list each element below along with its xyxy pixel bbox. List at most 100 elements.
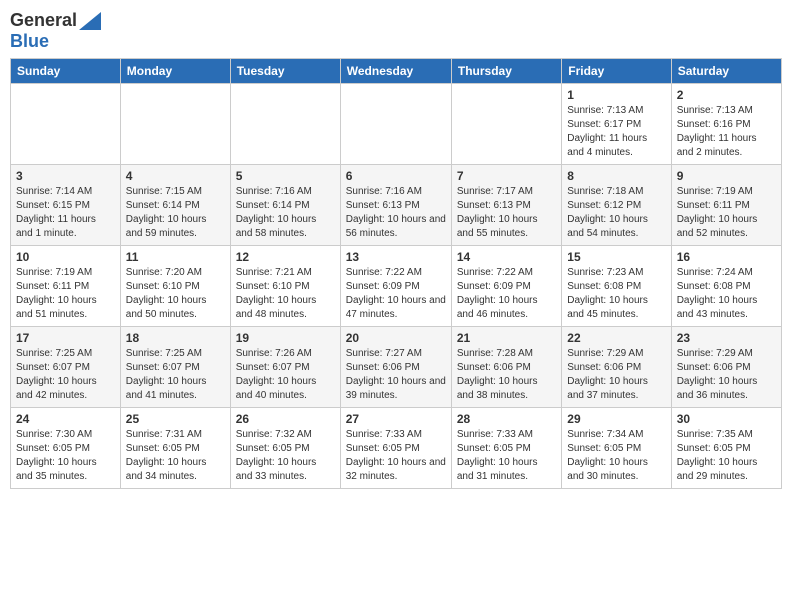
weekday-header: Sunday [11, 59, 121, 84]
calendar-cell: 19 Sunrise: 7:26 AM Sunset: 6:07 PM Dayli… [230, 327, 340, 408]
calendar-table: SundayMondayTuesdayWednesdayThursdayFrid… [10, 58, 782, 489]
calendar-cell: 23 Sunrise: 7:29 AM Sunset: 6:06 PM Dayli… [671, 327, 781, 408]
calendar-cell: 9 Sunrise: 7:19 AM Sunset: 6:11 PM Daylig… [671, 165, 781, 246]
logo-blue-text: Blue [10, 31, 49, 51]
day-info: Sunrise: 7:23 AM Sunset: 6:08 PM Dayligh… [567, 266, 665, 322]
calendar-cell: 1 Sunrise: 7:13 AM Sunset: 6:17 PM Daylig… [562, 84, 671, 165]
day-info: Sunrise: 7:29 AM Sunset: 6:06 PM Dayligh… [567, 347, 665, 403]
day-info: Sunrise: 7:26 AM Sunset: 6:07 PM Dayligh… [236, 347, 335, 403]
calendar-cell: 24Sunrise: 7:30 AM Sunset: 6:05 PM Dayli… [11, 408, 121, 489]
weekday-header: Saturday [671, 59, 781, 84]
calendar-cell: 6 Sunrise: 7:16 AM Sunset: 6:13 PM Daylig… [340, 165, 451, 246]
day-number: 26 [236, 412, 335, 426]
day-number: 30 [677, 412, 776, 426]
day-info: Sunrise: 7:15 AM Sunset: 6:14 PM Dayligh… [126, 185, 225, 241]
day-number: 9 [677, 169, 776, 183]
calendar-cell: 16 Sunrise: 7:24 AM Sunset: 6:08 PM Dayli… [671, 246, 781, 327]
header-row: SundayMondayTuesdayWednesdayThursdayFrid… [11, 59, 782, 84]
day-number: 20 [346, 331, 446, 345]
calendar-cell: 12 Sunrise: 7:21 AM Sunset: 6:10 PM Dayli… [230, 246, 340, 327]
day-info: Sunrise: 7:19 AM Sunset: 6:11 PM Dayligh… [677, 185, 776, 241]
day-info: Sunrise: 7:35 AM Sunset: 6:05 PM Dayligh… [677, 428, 776, 484]
day-info: Sunrise: 7:33 AM Sunset: 6:05 PM Dayligh… [457, 428, 556, 484]
day-info: Sunrise: 7:25 AM Sunset: 6:07 PM Dayligh… [126, 347, 225, 403]
calendar-week-row: 1 Sunrise: 7:13 AM Sunset: 6:17 PM Daylig… [11, 84, 782, 165]
day-info: Sunrise: 7:18 AM Sunset: 6:12 PM Dayligh… [567, 185, 665, 241]
day-number: 21 [457, 331, 556, 345]
day-info: Sunrise: 7:34 AM Sunset: 6:05 PM Dayligh… [567, 428, 665, 484]
weekday-header: Friday [562, 59, 671, 84]
calendar-cell: 15 Sunrise: 7:23 AM Sunset: 6:08 PM Dayli… [562, 246, 671, 327]
day-info: Sunrise: 7:14 AM Sunset: 6:15 PM Dayligh… [16, 185, 115, 241]
day-info: Sunrise: 7:29 AM Sunset: 6:06 PM Dayligh… [677, 347, 776, 403]
day-number: 14 [457, 250, 556, 264]
day-info: Sunrise: 7:19 AM Sunset: 6:11 PM Dayligh… [16, 266, 115, 322]
day-info: Sunrise: 7:24 AM Sunset: 6:08 PM Dayligh… [677, 266, 776, 322]
calendar-week-row: 24Sunrise: 7:30 AM Sunset: 6:05 PM Dayli… [11, 408, 782, 489]
calendar-cell: 14 Sunrise: 7:22 AM Sunset: 6:09 PM Dayli… [451, 246, 561, 327]
day-info: Sunrise: 7:13 AM Sunset: 6:16 PM Dayligh… [677, 104, 776, 160]
day-number: 1 [567, 88, 665, 102]
day-number: 15 [567, 250, 665, 264]
day-info: Sunrise: 7:20 AM Sunset: 6:10 PM Dayligh… [126, 266, 225, 322]
day-info: Sunrise: 7:33 AM Sunset: 6:05 PM Dayligh… [346, 428, 446, 484]
day-info: Sunrise: 7:27 AM Sunset: 6:06 PM Dayligh… [346, 347, 446, 403]
page-header: General Blue [10, 10, 782, 52]
weekday-header: Tuesday [230, 59, 340, 84]
calendar-cell [11, 84, 121, 165]
day-number: 12 [236, 250, 335, 264]
day-number: 18 [126, 331, 225, 345]
calendar-cell: 5 Sunrise: 7:16 AM Sunset: 6:14 PM Daylig… [230, 165, 340, 246]
day-info: Sunrise: 7:17 AM Sunset: 6:13 PM Dayligh… [457, 185, 556, 241]
calendar-cell: 21 Sunrise: 7:28 AM Sunset: 6:06 PM Dayli… [451, 327, 561, 408]
day-number: 23 [677, 331, 776, 345]
day-number: 7 [457, 169, 556, 183]
calendar-week-row: 10 Sunrise: 7:19 AM Sunset: 6:11 PM Dayli… [11, 246, 782, 327]
day-number: 10 [16, 250, 115, 264]
day-number: 28 [457, 412, 556, 426]
calendar-cell: 4Sunrise: 7:15 AM Sunset: 6:14 PM Daylig… [120, 165, 230, 246]
day-number: 22 [567, 331, 665, 345]
calendar-cell: 8Sunrise: 7:18 AM Sunset: 6:12 PM Daylig… [562, 165, 671, 246]
day-number: 19 [236, 331, 335, 345]
day-number: 13 [346, 250, 446, 264]
calendar-cell: 29 Sunrise: 7:34 AM Sunset: 6:05 PM Dayli… [562, 408, 671, 489]
logo-icon [79, 12, 101, 30]
day-number: 25 [126, 412, 225, 426]
day-info: Sunrise: 7:22 AM Sunset: 6:09 PM Dayligh… [346, 266, 446, 322]
calendar-cell: 10 Sunrise: 7:19 AM Sunset: 6:11 PM Dayli… [11, 246, 121, 327]
logo: General Blue [10, 10, 101, 52]
day-number: 5 [236, 169, 335, 183]
calendar-cell [230, 84, 340, 165]
calendar-header: SundayMondayTuesdayWednesdayThursdayFrid… [11, 59, 782, 84]
day-info: Sunrise: 7:16 AM Sunset: 6:13 PM Dayligh… [346, 185, 446, 241]
day-info: Sunrise: 7:21 AM Sunset: 6:10 PM Dayligh… [236, 266, 335, 322]
calendar-cell: 13 Sunrise: 7:22 AM Sunset: 6:09 PM Dayli… [340, 246, 451, 327]
calendar-cell [120, 84, 230, 165]
calendar-cell: 25Sunrise: 7:31 AM Sunset: 6:05 PM Dayli… [120, 408, 230, 489]
calendar-cell: 27Sunrise: 7:33 AM Sunset: 6:05 PM Dayli… [340, 408, 451, 489]
day-info: Sunrise: 7:28 AM Sunset: 6:06 PM Dayligh… [457, 347, 556, 403]
calendar-cell: 17Sunrise: 7:25 AM Sunset: 6:07 PM Dayli… [11, 327, 121, 408]
calendar-cell: 28 Sunrise: 7:33 AM Sunset: 6:05 PM Dayli… [451, 408, 561, 489]
day-number: 2 [677, 88, 776, 102]
calendar-week-row: 3 Sunrise: 7:14 AM Sunset: 6:15 PM Daylig… [11, 165, 782, 246]
day-number: 16 [677, 250, 776, 264]
calendar-week-row: 17Sunrise: 7:25 AM Sunset: 6:07 PM Dayli… [11, 327, 782, 408]
weekday-header: Monday [120, 59, 230, 84]
day-number: 29 [567, 412, 665, 426]
calendar-body: 1 Sunrise: 7:13 AM Sunset: 6:17 PM Daylig… [11, 84, 782, 489]
calendar-cell: 22 Sunrise: 7:29 AM Sunset: 6:06 PM Dayli… [562, 327, 671, 408]
calendar-cell: 30 Sunrise: 7:35 AM Sunset: 6:05 PM Dayli… [671, 408, 781, 489]
day-info: Sunrise: 7:22 AM Sunset: 6:09 PM Dayligh… [457, 266, 556, 322]
day-info: Sunrise: 7:13 AM Sunset: 6:17 PM Dayligh… [567, 104, 665, 160]
day-number: 11 [126, 250, 225, 264]
day-number: 24 [16, 412, 115, 426]
calendar-cell: 7 Sunrise: 7:17 AM Sunset: 6:13 PM Daylig… [451, 165, 561, 246]
calendar-cell: 2 Sunrise: 7:13 AM Sunset: 6:16 PM Daylig… [671, 84, 781, 165]
day-number: 3 [16, 169, 115, 183]
weekday-header: Wednesday [340, 59, 451, 84]
weekday-header: Thursday [451, 59, 561, 84]
day-info: Sunrise: 7:16 AM Sunset: 6:14 PM Dayligh… [236, 185, 335, 241]
day-number: 6 [346, 169, 446, 183]
